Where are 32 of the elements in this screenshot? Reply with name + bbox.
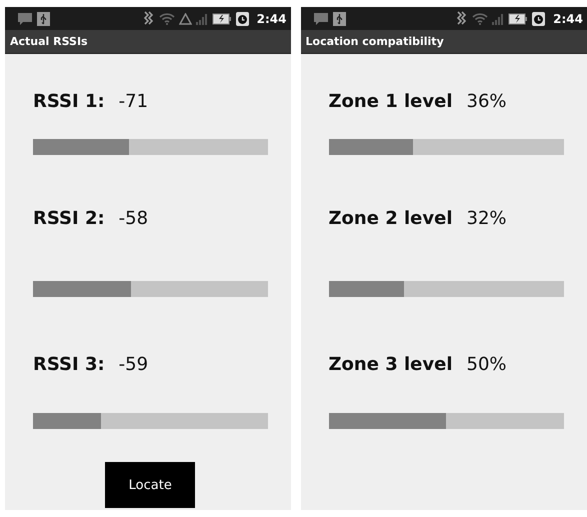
- reading-label: Zone 3 level: [328, 354, 452, 374]
- reading-label: RSSI 1:: [33, 90, 105, 112]
- usb-icon: [332, 12, 346, 26]
- reading-value: -59: [118, 354, 148, 374]
- signal-icon: [492, 12, 504, 24]
- alarm-clock-icon: [532, 12, 546, 26]
- app-title: Actual RSSIs: [10, 35, 88, 48]
- message-icon: [17, 12, 33, 26]
- reading-label: Zone 1 level: [328, 90, 452, 112]
- locate-button[interactable]: Locate: [105, 462, 196, 508]
- reading-label: RSSI 3:: [33, 354, 105, 374]
- reading-value: 32%: [466, 208, 507, 228]
- usb-icon: [37, 12, 50, 26]
- vibrate-icon: [456, 11, 468, 26]
- vibrate-icon: [142, 11, 155, 26]
- signal-icon: [196, 12, 208, 24]
- alarm-clock-icon: [236, 12, 249, 26]
- reading-value: -58: [118, 208, 148, 228]
- reading-value: 36%: [466, 90, 507, 112]
- warning-triangle-icon: [178, 12, 192, 24]
- battery-charging-icon: [508, 12, 528, 24]
- battery-charging-icon: [212, 12, 232, 24]
- message-icon: [312, 12, 328, 26]
- reading-value: 50%: [466, 354, 507, 374]
- reading-label: RSSI 2:: [33, 208, 105, 228]
- wifi-icon: [158, 12, 175, 25]
- wifi-icon: [472, 12, 488, 25]
- clock-time: 2:44: [256, 12, 286, 26]
- reading-value: -71: [118, 90, 148, 112]
- clock-time: 2:44: [553, 12, 583, 26]
- reading-label: Zone 2 level: [328, 208, 452, 228]
- app-title: Location compatibility: [306, 35, 444, 48]
